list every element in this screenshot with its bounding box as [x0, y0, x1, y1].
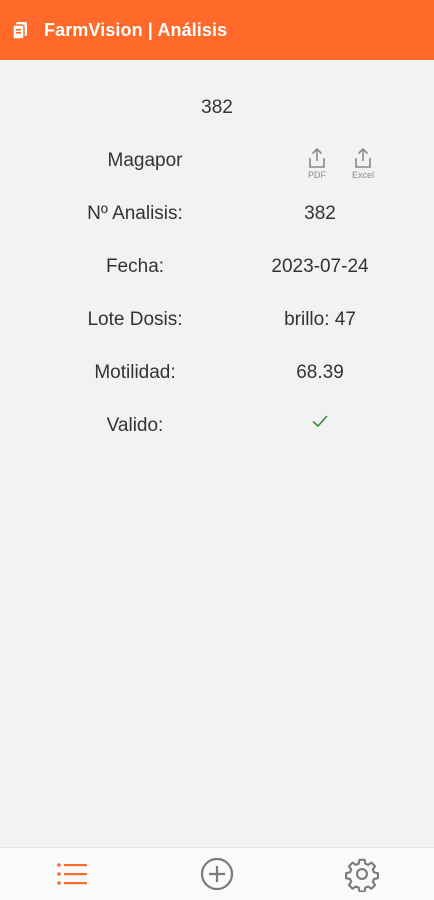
- app-bar: FarmVision | Análisis: [0, 0, 434, 60]
- detail-value: 2023-07-24: [271, 256, 369, 277]
- analysis-header-number: 382: [201, 97, 233, 118]
- detail-row-motility: Motilidad: 68.39: [0, 358, 434, 388]
- list-icon: [57, 863, 87, 885]
- company-name: Magapor: [107, 150, 183, 171]
- bottom-navigation: [0, 847, 434, 900]
- share-upload-icon: [355, 147, 371, 168]
- export-pdf-button[interactable]: PDF: [297, 147, 337, 180]
- detail-row-analysis-number: Nº Analisis: 382: [0, 199, 434, 229]
- detail-row-date: Fecha: 2023-07-24: [0, 252, 434, 282]
- export-pdf-label: PDF: [308, 170, 326, 180]
- tab-add[interactable]: [197, 857, 237, 891]
- app-logo-icon: [12, 22, 27, 40]
- export-excel-button[interactable]: Excel: [343, 147, 383, 180]
- detail-value: 68.39: [296, 362, 344, 383]
- detail-value: brillo: 47: [284, 309, 356, 330]
- tab-settings[interactable]: [342, 858, 382, 892]
- app-title: FarmVision | Análisis: [44, 19, 228, 40]
- export-excel-label: Excel: [351, 170, 374, 180]
- detail-row-dose-lot: Lote Dosis: brillo: 47: [0, 305, 434, 335]
- gear-icon: [345, 858, 379, 892]
- add-circle-icon: [200, 857, 234, 891]
- tab-list[interactable]: [52, 858, 92, 890]
- check-icon: [312, 415, 328, 428]
- detail-value: 382: [304, 203, 336, 224]
- share-upload-icon: [309, 147, 325, 168]
- detail-label: Valido:: [106, 415, 164, 436]
- detail-row-valid: Valido:: [0, 411, 434, 441]
